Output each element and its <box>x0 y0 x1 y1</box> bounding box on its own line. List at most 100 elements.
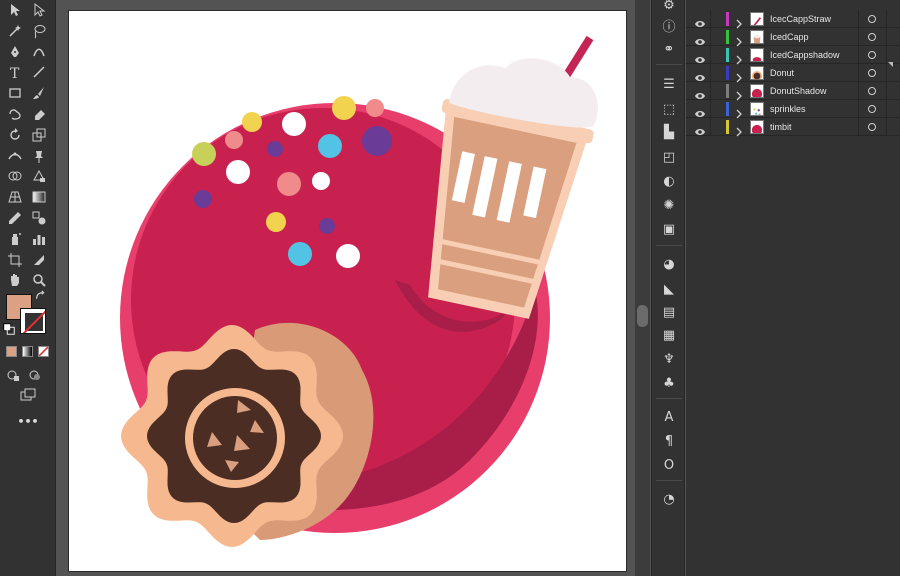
eye-icon[interactable] <box>694 50 706 63</box>
none-mode-button[interactable] <box>38 346 49 357</box>
layer-target-circle[interactable] <box>868 50 876 59</box>
layer-name[interactable]: DonutShadow <box>770 86 827 96</box>
chevron-right-icon[interactable] <box>734 86 744 100</box>
layer-row[interactable]: sprinkles <box>686 100 900 118</box>
symbols-icon[interactable]: ♣ <box>660 374 678 392</box>
swap-fill-stroke-icon[interactable] <box>34 290 48 304</box>
layer-name[interactable]: timbit <box>770 122 792 132</box>
blend-tool[interactable] <box>28 207 50 229</box>
layer-name[interactable]: IcedCappshadow <box>770 50 840 60</box>
layer-name[interactable]: sprinkles <box>770 104 806 114</box>
chevron-right-icon[interactable] <box>734 14 744 28</box>
column-divider <box>858 28 859 46</box>
brushes-icon[interactable]: ♆ <box>660 350 678 368</box>
edit-toolbar-button[interactable]: ••• <box>16 410 40 432</box>
appearance-icon[interactable]: ✺ <box>660 196 678 214</box>
stroke-color-swatch[interactable] <box>20 308 46 334</box>
layer-row[interactable]: timbit <box>686 118 900 136</box>
menu-icon[interactable]: ☰ <box>660 75 678 93</box>
graphic-styles-icon[interactable]: ▣ <box>660 220 678 238</box>
eye-icon[interactable] <box>694 104 706 117</box>
info-icon[interactable]: ⓘ <box>660 16 678 35</box>
perspective-grid-tool[interactable] <box>4 186 26 208</box>
slice-tool[interactable] <box>28 249 50 271</box>
change-screen-mode-icon[interactable] <box>16 384 40 406</box>
opentype-icon[interactable]: O <box>660 456 678 474</box>
donut[interactable] <box>121 325 343 547</box>
gear-icon[interactable]: ⚙ <box>660 0 678 14</box>
column-divider <box>886 10 887 28</box>
lasso-tool[interactable] <box>28 20 50 42</box>
live-paint-tool[interactable] <box>28 165 50 187</box>
swatches-icon[interactable]: ▦ <box>660 326 678 344</box>
eye-icon[interactable] <box>694 14 706 27</box>
layer-row[interactable]: IcecCappStraw <box>686 10 900 28</box>
symbol-sprayer-tool[interactable] <box>4 228 26 250</box>
type-tool[interactable]: T <box>4 61 26 83</box>
layer-target-circle[interactable] <box>868 14 876 23</box>
layer-target-circle[interactable] <box>868 86 876 95</box>
layer-target-circle[interactable] <box>868 68 876 77</box>
selection-tool[interactable] <box>4 0 26 21</box>
panel-resize-corner[interactable] <box>888 62 893 67</box>
layer-row[interactable]: Donut <box>686 64 900 82</box>
vertical-scrollbar[interactable] <box>635 0 650 576</box>
link-icon[interactable]: ⚭ <box>660 40 678 58</box>
eraser-tool[interactable] <box>28 103 50 125</box>
layer-target-circle[interactable] <box>868 122 876 131</box>
rotate-tool[interactable] <box>4 124 26 146</box>
eye-icon[interactable] <box>694 122 706 135</box>
layer-row[interactable]: IcedCappshadow <box>686 46 900 64</box>
puppet-warp-tool[interactable] <box>28 145 50 167</box>
magic-wand-tool[interactable] <box>4 20 26 42</box>
scale-tool[interactable] <box>28 124 50 146</box>
chevron-right-icon[interactable] <box>734 50 744 64</box>
eye-icon[interactable] <box>694 68 706 81</box>
gradient-tool[interactable] <box>28 186 50 208</box>
shape-builder-tool[interactable] <box>4 165 26 187</box>
chevron-right-icon[interactable] <box>734 122 744 136</box>
layer-row[interactable]: IcedCapp <box>686 28 900 46</box>
chevron-right-icon[interactable] <box>734 32 744 46</box>
paintbrush-tool[interactable] <box>28 82 50 104</box>
eye-icon[interactable] <box>694 86 706 99</box>
graph-tool[interactable] <box>28 228 50 250</box>
layer-name[interactable]: IcedCapp <box>770 32 809 42</box>
artboard[interactable] <box>69 11 626 571</box>
chevron-right-icon[interactable] <box>734 104 744 118</box>
default-fill-stroke-icon[interactable] <box>2 322 16 336</box>
hand-tool[interactable] <box>4 269 26 291</box>
width-tool[interactable] <box>4 145 26 167</box>
layer-name[interactable]: IcecCappStraw <box>770 14 831 24</box>
pen-tool[interactable] <box>4 41 26 63</box>
gradient-panel-icon[interactable]: ◣ <box>660 280 678 298</box>
eye-icon[interactable] <box>694 32 706 45</box>
scrollbar-thumb[interactable] <box>637 305 648 327</box>
align-points-icon[interactable]: ⬚ <box>660 100 678 118</box>
rectangle-tool[interactable] <box>4 82 26 104</box>
layer-name[interactable]: Donut <box>770 68 794 78</box>
draw-normal-icon[interactable] <box>2 364 24 386</box>
color-mode-button[interactable] <box>6 346 17 357</box>
line-segment-tool[interactable] <box>28 61 50 83</box>
shaper-tool[interactable] <box>4 103 26 125</box>
stroke-panel-icon[interactable]: ▤ <box>660 303 678 321</box>
navigator-icon[interactable]: ◔ <box>660 490 678 508</box>
layer-target-circle[interactable] <box>868 104 876 113</box>
pathfinder-icon[interactable]: ◰ <box>660 148 678 166</box>
artboard-tool[interactable] <box>4 249 26 271</box>
character-icon[interactable]: A <box>660 408 678 426</box>
transparency-icon[interactable]: ◐ <box>660 172 678 190</box>
curvature-tool[interactable] <box>28 41 50 63</box>
align-icon[interactable]: ▙ <box>660 123 678 141</box>
gradient-mode-button[interactable] <box>22 346 33 357</box>
direct-selection-tool[interactable] <box>28 0 50 21</box>
eyedropper-tool[interactable] <box>4 207 26 229</box>
paragraph-icon[interactable]: ¶ <box>660 432 678 450</box>
zoom-tool[interactable] <box>28 269 50 291</box>
screen-mode-icon[interactable] <box>24 364 46 386</box>
layer-target-circle[interactable] <box>868 32 876 41</box>
color-palette-icon[interactable]: ◕ <box>660 255 678 273</box>
layer-row[interactable]: DonutShadow <box>686 82 900 100</box>
chevron-right-icon[interactable] <box>734 68 744 82</box>
